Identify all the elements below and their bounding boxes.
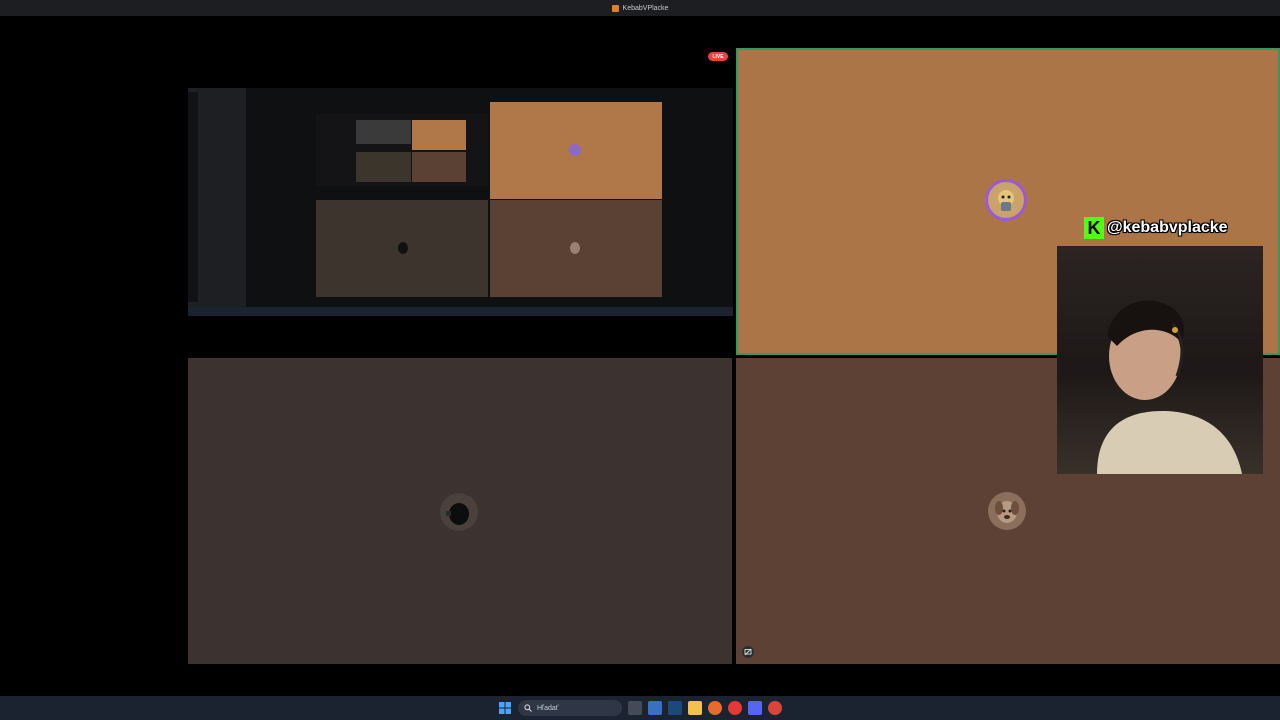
dog-avatar-icon xyxy=(995,501,1019,523)
kebab-app-icon xyxy=(611,4,619,12)
file-explorer-icon[interactable] xyxy=(688,701,702,715)
window-titlebar: KebabVPlacke xyxy=(0,0,1280,16)
screenshare-tile[interactable] xyxy=(188,88,733,316)
screenshare-toggle-icon[interactable] xyxy=(742,646,754,658)
participant-tile-dark[interactable] xyxy=(188,358,732,664)
shared-screen-server-rail xyxy=(188,92,198,302)
taskbar-search[interactable]: Hľadať xyxy=(518,700,622,716)
streamer-silhouette xyxy=(1097,300,1242,474)
participant-avatar[interactable] xyxy=(988,492,1026,530)
participant-avatar[interactable] xyxy=(988,182,1024,218)
firefox-icon[interactable] xyxy=(708,701,722,715)
steam-icon[interactable] xyxy=(668,701,682,715)
window-title: KebabVPlacke xyxy=(622,4,669,12)
streamer-handle: @kebabvplacke xyxy=(1107,219,1228,236)
shared-screen-brown-tile xyxy=(490,200,662,297)
windows-taskbar: Hľadať xyxy=(0,696,1280,720)
shared-screen-nested-share xyxy=(316,114,488,186)
youtube-icon[interactable] xyxy=(728,701,742,715)
streamer-webcam xyxy=(1057,246,1263,474)
search-icon xyxy=(524,704,532,712)
shared-screen-orange-tile xyxy=(490,102,662,199)
cartoon-avatar-icon xyxy=(998,190,1014,211)
live-badge: LIVE xyxy=(708,52,728,61)
chrome-icon[interactable] xyxy=(768,701,782,715)
dark-figure-avatar-icon xyxy=(446,503,469,525)
shared-screen-dark-tile xyxy=(316,200,488,297)
search-placeholder: Hľadať xyxy=(537,704,559,712)
participant-avatar[interactable] xyxy=(440,493,478,531)
windows-start-icon[interactable] xyxy=(498,701,512,715)
shared-screen-taskbar xyxy=(188,307,733,316)
store-icon[interactable] xyxy=(648,701,662,715)
streamer-handle-overlay: K @kebabvplacke xyxy=(1084,216,1228,240)
task-view-icon[interactable] xyxy=(628,701,642,715)
kick-logo: K xyxy=(1084,217,1104,239)
discord-icon[interactable] xyxy=(748,701,762,715)
